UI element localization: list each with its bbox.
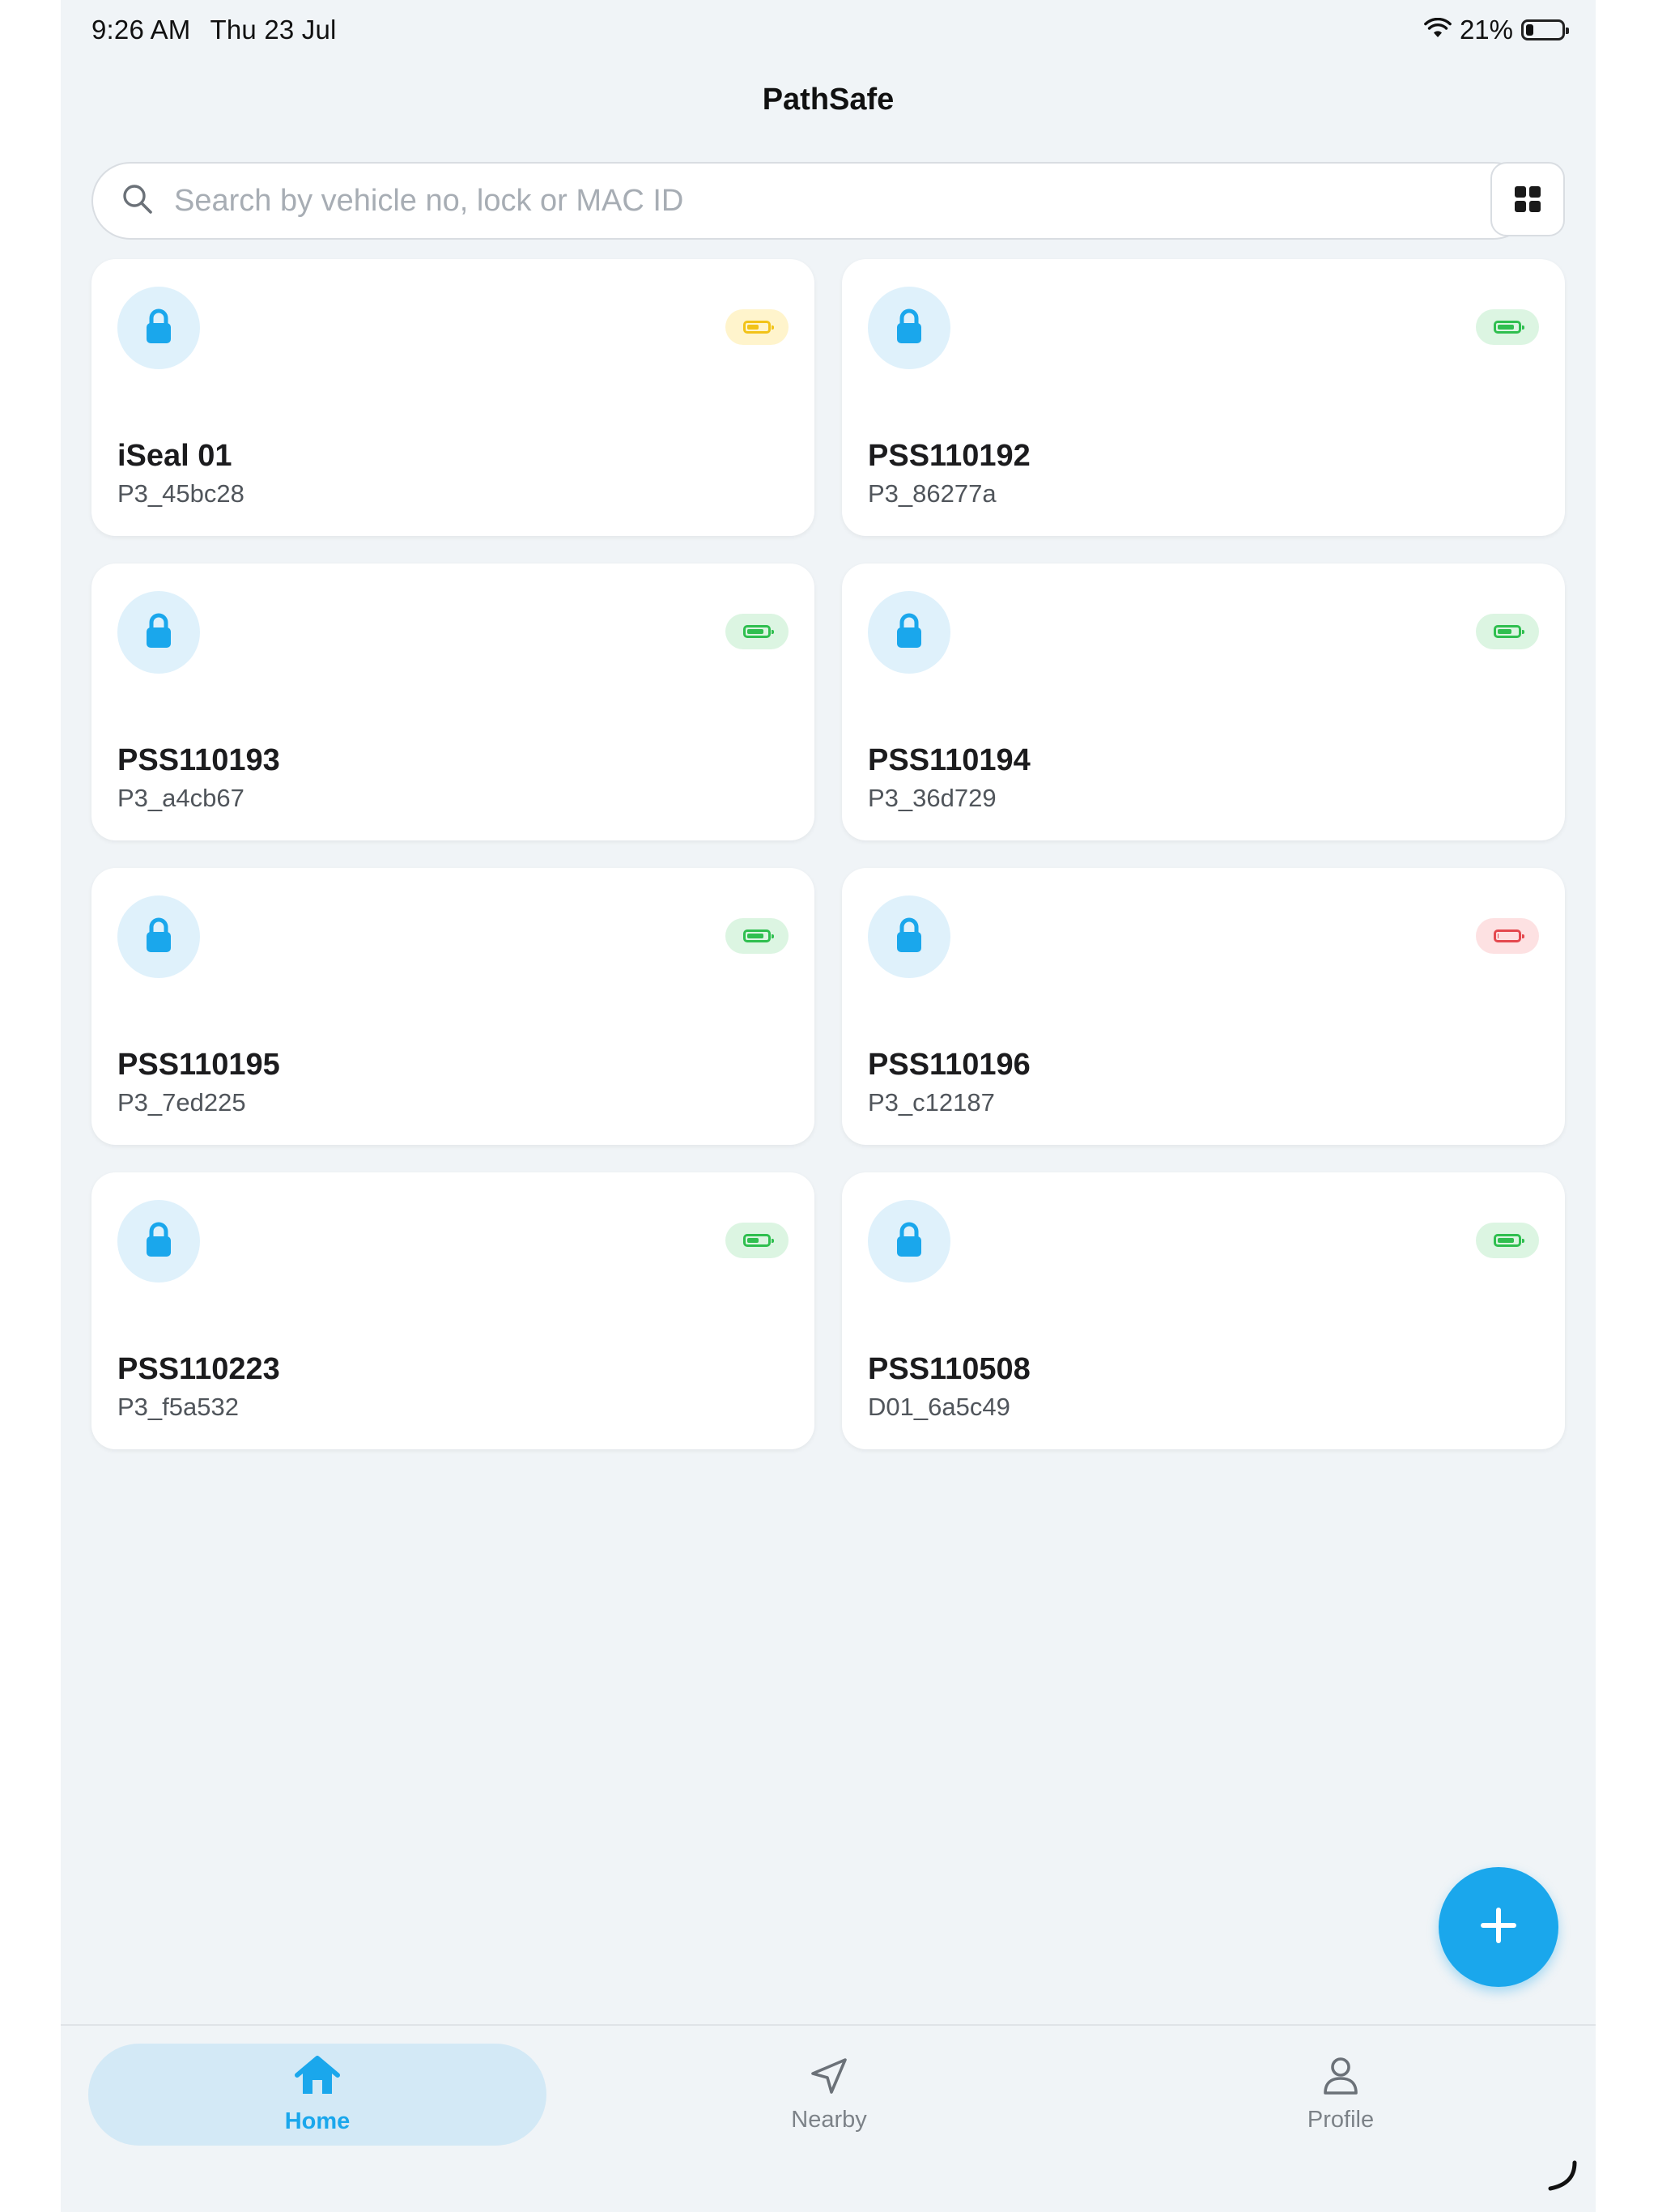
status-date: Thu 23 Jul	[210, 15, 337, 45]
grid-view-toggle-button[interactable]	[1490, 162, 1565, 236]
battery-percent: 21%	[1459, 15, 1513, 45]
search-input[interactable]	[172, 182, 1471, 219]
lock-icon	[893, 917, 925, 958]
lock-icon	[142, 1221, 175, 1262]
lock-id: P3_c12187	[868, 1088, 995, 1117]
lock-badge	[868, 895, 950, 978]
lock-card-2[interactable]: PSS110193 P3_a4cb67	[91, 564, 814, 840]
battery-status-pill	[1476, 918, 1539, 954]
lock-name: PSS110508	[868, 1352, 1031, 1386]
battery-icon-fill	[747, 629, 763, 634]
lock-badge	[868, 287, 950, 369]
lock-id: P3_f5a532	[117, 1393, 239, 1421]
nav-label-profile: Profile	[1307, 2107, 1375, 2133]
wifi-icon	[1424, 15, 1452, 45]
battery-icon	[743, 929, 774, 942]
bottom-nav-divider	[61, 2024, 1596, 2026]
battery-icon	[743, 625, 774, 638]
status-bar-left: 9:26 AM Thu 23 Jul	[91, 15, 337, 45]
app-screen: 9:26 AM Thu 23 Jul 21% PathSafe Search b…	[61, 0, 1596, 2212]
search-icon	[121, 182, 155, 220]
person-icon	[1322, 2056, 1359, 2100]
lock-name: PSS110194	[868, 743, 1031, 777]
battery-icon	[743, 1234, 774, 1247]
lock-id: P3_a4cb67	[117, 784, 244, 812]
lock-badge	[868, 1200, 950, 1283]
battery-icon	[1494, 929, 1524, 942]
lock-icon	[142, 308, 175, 349]
lock-badge	[868, 591, 950, 674]
lock-icon	[142, 917, 175, 958]
lock-id: P3_7ed225	[117, 1088, 246, 1117]
lock-name: PSS110223	[117, 1352, 280, 1386]
loading-arc-icon	[1544, 2158, 1579, 2197]
lock-icon	[893, 1221, 925, 1262]
lock-icon	[893, 308, 925, 349]
lock-name: PSS110195	[117, 1048, 280, 1082]
nav-label-home: Home	[284, 2108, 351, 2134]
battery-icon-fill	[1498, 934, 1499, 938]
lock-card-4[interactable]: PSS110195 P3_7ed225	[91, 868, 814, 1145]
battery-status-pill	[1476, 1223, 1539, 1258]
page-title: PathSafe	[762, 83, 895, 117]
lock-card-3[interactable]: PSS110194 P3_36d729	[842, 564, 1565, 840]
battery-icon	[1494, 321, 1524, 334]
navigation-arrow-icon	[809, 2056, 849, 2100]
battery-icon	[1494, 1234, 1524, 1247]
battery-icon-fill	[747, 325, 759, 330]
battery-icon	[743, 321, 774, 334]
lock-id: P3_45bc28	[117, 479, 244, 508]
lock-card-5[interactable]: PSS110196 P3_c12187	[842, 868, 1565, 1145]
battery-icon-fill	[1498, 1238, 1514, 1243]
nav-tab-profile[interactable]: Profile	[1112, 2044, 1570, 2146]
battery-icon	[1494, 625, 1524, 638]
lock-card-6[interactable]: PSS110223 P3_f5a532	[91, 1172, 814, 1449]
battery-status-pill	[725, 1223, 789, 1258]
battery-icon-fill	[747, 1238, 759, 1243]
battery-status-pill	[725, 309, 789, 345]
battery-icon-fill	[747, 934, 763, 938]
nav-tab-home[interactable]: Home	[88, 2044, 546, 2146]
lock-name: PSS110196	[868, 1048, 1031, 1082]
status-time: 9:26 AM	[91, 15, 191, 45]
lock-badge	[117, 1200, 200, 1283]
lock-name: PSS110192	[868, 439, 1031, 473]
lock-card-0[interactable]: iSeal 01 P3_45bc28	[91, 259, 814, 536]
status-bar-right: 21%	[1424, 15, 1569, 45]
lock-icon	[142, 612, 175, 653]
search-bar[interactable]	[91, 162, 1533, 240]
status-battery-fill	[1526, 24, 1533, 36]
add-lock-button[interactable]	[1439, 1867, 1558, 1987]
lock-badge	[117, 287, 200, 369]
lock-card-7[interactable]: PSS110508 D01_6a5c49	[842, 1172, 1565, 1449]
home-icon	[292, 2054, 342, 2102]
lock-name: iSeal 01	[117, 439, 232, 473]
plus-icon	[1477, 1904, 1520, 1951]
grid-view-icon	[1515, 186, 1541, 212]
lock-card-grid: iSeal 01 P3_45bc28 PSS110192 P3_86277a P…	[91, 259, 1565, 1449]
lock-name: PSS110193	[117, 743, 280, 777]
nav-tab-nearby[interactable]: Nearby	[600, 2044, 1058, 2146]
lock-card-1[interactable]: PSS110192 P3_86277a	[842, 259, 1565, 536]
battery-status-pill	[1476, 614, 1539, 649]
battery-icon-fill	[1498, 325, 1514, 330]
lock-icon	[893, 612, 925, 653]
battery-status-pill	[725, 918, 789, 954]
status-battery-icon	[1521, 19, 1569, 40]
lock-id: P3_86277a	[868, 479, 997, 508]
lock-id: D01_6a5c49	[868, 1393, 1010, 1421]
lock-badge	[117, 591, 200, 674]
battery-status-pill	[1476, 309, 1539, 345]
lock-badge	[117, 895, 200, 978]
nav-label-nearby: Nearby	[791, 2107, 867, 2133]
battery-status-pill	[725, 614, 789, 649]
battery-icon-fill	[1498, 629, 1511, 634]
lock-id: P3_36d729	[868, 784, 997, 812]
